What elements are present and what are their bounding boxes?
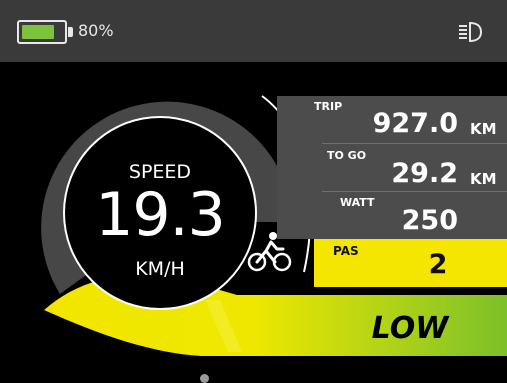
pas-label: PAS [333,244,359,258]
row-divider [322,191,507,192]
battery-tip [68,27,73,37]
battery-percent: 80% [78,21,114,40]
trip-value: 927.0 [372,108,458,139]
pas-value: 2 [428,249,448,280]
to-go-value: 29.2 [391,158,458,189]
mode-label: LOW [371,311,449,346]
watt-value: 250 [401,205,458,236]
trip-unit: KM [470,120,497,138]
headlight-icon[interactable] [455,18,485,46]
status-bar: 80% [0,0,507,62]
trip-label: TRIP [314,100,343,113]
bicycle-rider-icon [247,232,292,272]
speed-unit: KM/H [135,258,185,280]
to-go-unit: KM [470,170,497,188]
battery-level-fill [22,25,54,39]
row-divider [322,143,507,144]
speed-value: 19.3 [95,180,226,250]
battery-icon [17,20,67,44]
